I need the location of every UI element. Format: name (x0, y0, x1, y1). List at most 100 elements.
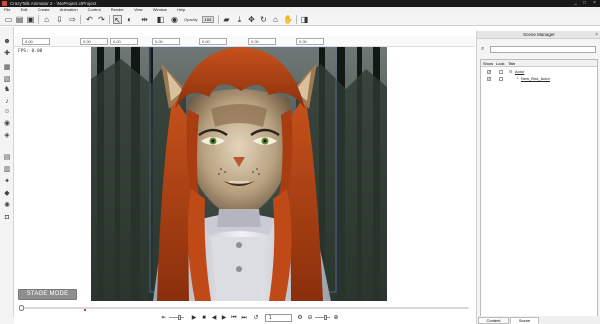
audio-icon[interactable]: ♪ (2, 97, 12, 106)
toolbar-divider (218, 15, 219, 24)
timeline-track[interactable] (21, 307, 469, 309)
opacity-field[interactable]: 100 (202, 16, 214, 23)
scene-search-input[interactable] (490, 46, 596, 53)
minimize-button[interactable]: _ (571, 0, 580, 7)
stage-scene[interactable] (91, 47, 387, 301)
actor-icon[interactable]: ☻ (2, 37, 12, 46)
tree-item-label[interactable]: Actor (515, 69, 524, 75)
stage-mode-button[interactable]: STAGE MODE (18, 289, 77, 300)
speed-slider-knob[interactable] (178, 315, 181, 320)
last-frame-icon[interactable]: ⏭ (240, 314, 248, 322)
store-icon[interactable]: ⌂ (42, 15, 51, 24)
image-icon[interactable]: ▧ (2, 75, 12, 84)
zoom-slider[interactable] (315, 317, 330, 318)
stop-icon[interactable]: ■ (200, 314, 208, 322)
show-checkbox[interactable]: ✓ (487, 77, 491, 81)
tree-item-label[interactable]: New_Bird_Actor (521, 76, 550, 82)
camera-icon[interactable]: ◐ (125, 15, 134, 24)
settings-icon[interactable]: ⚙ (296, 314, 304, 322)
zoom-slider-knob[interactable] (324, 315, 327, 320)
character-scene-image (91, 47, 387, 301)
home-icon[interactable]: ⌂ (271, 15, 280, 24)
tab-scene-manager[interactable]: Scene Manager (510, 317, 539, 324)
scene-manager-panel: Scene Manager × ⌕ Show Lock Title ✓ ⊟ Ac… (476, 31, 600, 324)
speed-slider[interactable] (169, 317, 184, 318)
playback-controls: ⇤ ▶ ■ ◀ ▶ ⏮ ⏭ ↺ 1 ⚙ ⊖ ⊕ (14, 313, 475, 324)
show-checkbox[interactable]: ✓ (487, 70, 491, 74)
lock-column-header[interactable]: Lock (496, 60, 504, 67)
pan-icon[interactable]: ✋ (283, 15, 293, 24)
left-tool-strip: ☻ ✚ ▦ ▧ ♞ ♪ ☺ ◉ ◈ ▤ ▥ ✦ ◆ ✺ ◘ (0, 27, 14, 317)
flip-icon[interactable]: ⇹ (140, 15, 149, 24)
fx-icon[interactable]: ◆ (2, 189, 12, 198)
fps-readout: FPS: 0.00 (18, 49, 43, 54)
tree-row[interactable]: ✓ └ New_Bird_Actor (481, 76, 597, 82)
eye-icon[interactable]: ◉ (2, 119, 12, 128)
view-icon[interactable]: ◉ (170, 15, 179, 24)
scene-icon[interactable]: ▤ (2, 153, 12, 162)
zoom-in-icon[interactable]: ⊕ (332, 314, 340, 322)
next-frame-icon[interactable]: ▶ (220, 314, 228, 322)
transform-field[interactable]: 0.00 (152, 38, 180, 45)
camera-tool-icon[interactable]: ◘ (2, 213, 12, 222)
effect-icon[interactable]: ✦ (2, 177, 12, 186)
fit-icon[interactable]: ◨ (300, 15, 309, 24)
main-toolbar: ▭ ▤ ▣ ⌂ ⇩ ⇨ ↶ ↷ ↖ ◐ ⇹ ◧ ◉ Opacity 100 ▰ … (0, 13, 600, 26)
rotate-icon[interactable]: ↻ (259, 15, 268, 24)
title-column-header[interactable]: Title (508, 60, 515, 67)
stage-viewport[interactable]: FPS: 0.00 STAGE MODE (14, 47, 475, 304)
prev-frame-icon[interactable]: ◀ (210, 314, 218, 322)
transform-field[interactable]: 0.00 (296, 38, 324, 45)
tree-row[interactable]: ✓ ⊟ Actor (481, 69, 597, 75)
open-icon[interactable]: ▤ (15, 15, 24, 24)
preview-icon[interactable]: ◧ (156, 15, 165, 24)
layer-icon[interactable]: ▥ (2, 165, 12, 174)
first-frame-icon[interactable]: ⏮ (230, 314, 238, 322)
transform-field[interactable]: 0.00 (80, 38, 108, 45)
opacity-label: Opacity (184, 17, 198, 22)
face-icon[interactable]: ☺ (2, 107, 12, 116)
search-icon[interactable]: ⌕ (481, 45, 484, 53)
light-icon[interactable]: ✺ (2, 201, 12, 210)
panel-tabs: Content Manager Scene Manager (477, 316, 600, 324)
redo-icon[interactable]: ↷ (97, 15, 106, 24)
timeline-playhead[interactable] (19, 305, 24, 311)
scale-icon[interactable]: ✥ (247, 15, 256, 24)
transform-field[interactable]: 0.00 (110, 38, 138, 45)
current-frame-field[interactable]: 1 (265, 314, 292, 322)
tab-content-manager[interactable]: Content Manager (478, 317, 509, 324)
maximize-button[interactable]: □ (580, 0, 589, 7)
prop-icon[interactable]: ◈ (2, 131, 12, 140)
toolbar-divider (109, 15, 110, 24)
transform-field[interactable]: 0.00 (248, 38, 276, 45)
toolbar-divider (80, 15, 81, 24)
export-icon[interactable]: ⇨ (68, 15, 77, 24)
expand-icon[interactable]: ⊟ (509, 70, 513, 74)
select-icon[interactable]: ↖ (113, 15, 122, 25)
import-icon[interactable]: ⇩ (55, 15, 64, 24)
zoom-out-icon[interactable]: ⊖ (306, 314, 314, 322)
timeline-bar[interactable] (14, 304, 475, 313)
transform-field[interactable]: 0.00 (22, 38, 50, 45)
sprite-icon[interactable]: ▦ (2, 63, 12, 72)
undo-icon[interactable]: ↶ (85, 15, 94, 24)
play-icon[interactable]: ▶ (190, 314, 198, 322)
transform-field[interactable]: 0.00 (199, 38, 227, 45)
close-button[interactable]: × (590, 0, 599, 7)
panel-close-icon[interactable]: × (595, 31, 598, 39)
transform-fields-bar: 0.00 0.00 0.00 0.00 0.00 0.00 0.00 (14, 36, 475, 47)
show-column-header[interactable]: Show (483, 60, 493, 67)
save-icon[interactable]: ▣ (26, 15, 35, 24)
bone-icon[interactable]: ✚ (2, 49, 12, 58)
loop-icon[interactable]: ⇤ (160, 314, 168, 322)
timeline-key-marker (84, 309, 86, 311)
lock-checkbox[interactable] (499, 77, 503, 81)
new-file-icon[interactable]: ▭ (4, 15, 13, 24)
corner-strip (0, 317, 14, 324)
motion-icon[interactable]: ♞ (2, 85, 12, 94)
move-icon[interactable]: ⤓ (235, 15, 244, 24)
toolbar-divider (38, 15, 39, 24)
loop-toggle-icon[interactable]: ↺ (252, 314, 260, 322)
record-icon[interactable]: ▰ (222, 15, 231, 24)
lock-checkbox[interactable] (499, 70, 503, 74)
